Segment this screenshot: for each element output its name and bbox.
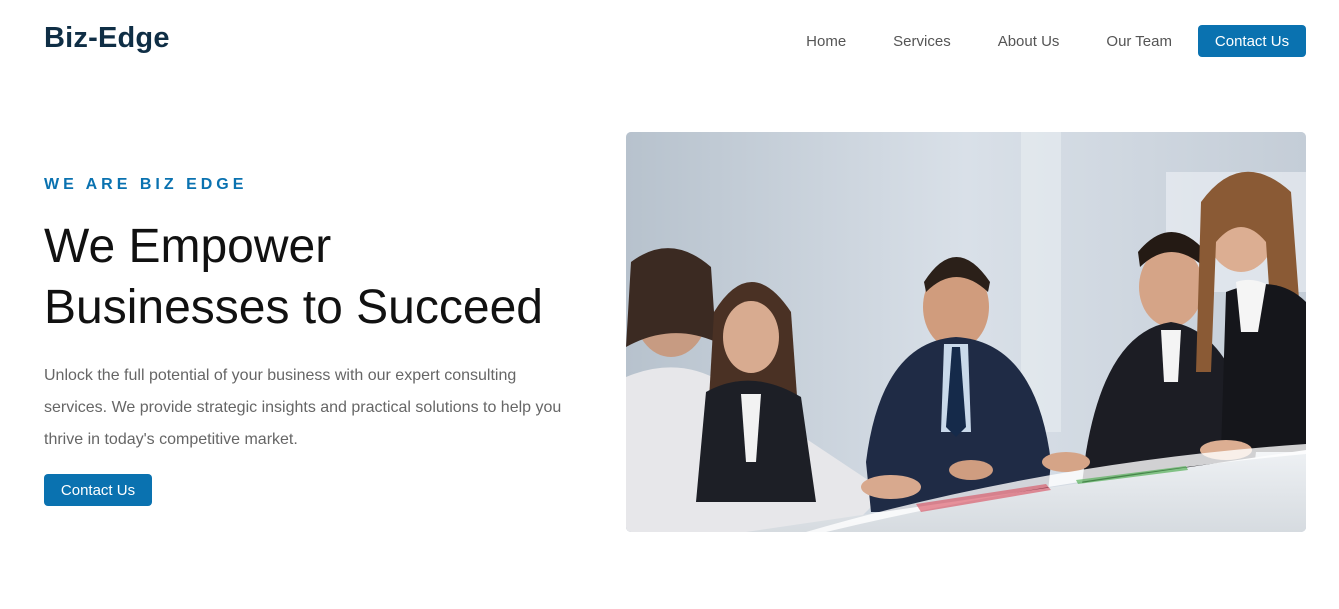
nav-link-our-team[interactable]: Our Team <box>1106 33 1172 50</box>
hero-headline-line-1: We Empower <box>44 220 332 273</box>
hero-eyebrow: WE ARE BIZ EDGE <box>44 176 248 193</box>
nav-link-about-us[interactable]: About Us <box>998 33 1060 50</box>
business-team-photo <box>626 132 1306 532</box>
site-header: Biz-Edge Home Services About Us Our Team… <box>0 0 1339 80</box>
nav-link-home[interactable]: Home <box>806 33 846 50</box>
hero-image <box>626 132 1306 532</box>
logo[interactable]: Biz-Edge <box>44 22 170 55</box>
hero-description: Unlock the full potential of your busine… <box>44 367 562 448</box>
hero-headline-line-2: Businesses to Succeed <box>44 281 543 334</box>
hero-contact-button[interactable]: Contact Us <box>44 474 152 506</box>
nav-link-services[interactable]: Services <box>893 33 951 50</box>
hero-headline: We Empower Businesses to Succeed <box>44 216 584 338</box>
main-nav: Home Services About Us Our Team Contact … <box>806 25 1306 57</box>
nav-contact-button[interactable]: Contact Us <box>1198 25 1306 57</box>
hero-section: WE ARE BIZ EDGE We Empower Businesses to… <box>44 176 584 506</box>
